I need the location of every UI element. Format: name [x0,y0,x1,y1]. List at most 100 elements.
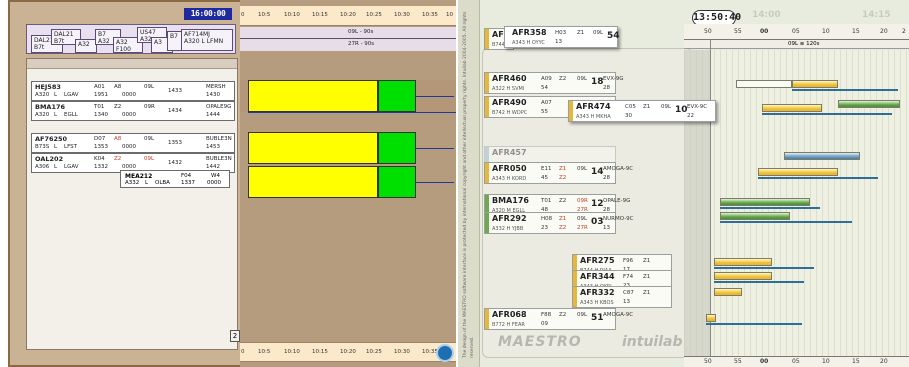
strip-slot-number: 18 [591,77,604,87]
strip-sid: BUBLE3N [206,136,232,142]
strip-gate: Z2 [559,312,567,318]
timeline-bar[interactable] [714,272,772,280]
taxi-bar[interactable] [248,132,378,164]
strip-stand: A09 [541,76,552,82]
strip-slot: 0000 [122,92,136,98]
taxi-bar[interactable] [248,80,378,112]
flight-strip[interactable]: AFR358 A343 H OYYC H03 13 Z1 09L 54 [504,26,620,48]
takeoff-bar[interactable] [378,80,416,112]
stack-label[interactable]: AF714MJ A320 L LFMN [181,29,233,51]
left-screen: 16:00:00 DAL21 B7t DAL21 B7t A32 B7 A32 … [8,0,456,367]
counter-badge[interactable]: 2 [230,330,240,342]
strip-callsign: BMA176 [492,196,529,205]
flight-strip[interactable]: HEJ583 A320 L LGAV A01 1951 A8 09L 0000 … [31,81,235,101]
ruler-tick: 10:30 [394,349,410,355]
time-ruler-top: 0 10:5 10:10 10:15 10:20 10:25 10:30 10:… [240,6,456,26]
flight-strip[interactable]: AFR332 A343 H KBOS C87 13 Z1 [572,286,672,308]
taxi-bar[interactable] [248,166,378,198]
strip-stand: T01 [541,198,552,204]
timeline-bar[interactable] [714,288,742,296]
strip-sid: OPALE9G [206,104,232,110]
takeoff-bar[interactable] [378,132,416,164]
flight-strip[interactable]: AFR460 A322 H SVMI A09 54 Z2 09L 18 EVX-… [484,72,623,94]
strip-ttot: 1432 [168,160,182,166]
timeline-bar[interactable] [706,314,716,322]
strip-slot-number: 12 [591,199,604,209]
strip-type: A320 [35,112,50,118]
ruler-tick: 10:20 [340,349,356,355]
strip-sid-time: 1444 [206,112,220,118]
strip-type: A322 H SVMI [492,86,525,92]
timeline-bar[interactable] [720,198,810,206]
strip-sid-time: 13 [603,225,610,231]
time-ruler-bottom: 0 10:5 10:10 10:15 10:20 10:25 10:30 10:… [240,342,456,362]
strip-gate: W4 [211,173,220,179]
strip-slot-number: 14 [591,167,604,177]
strip-lead [485,29,489,49]
ruler-tick: 10:15 [312,349,328,355]
strip-callsign: AFR344 [580,272,615,281]
strip-gate: A8 [114,136,122,142]
ruler-tick: 10:5 [258,12,271,18]
exit-icon[interactable] [436,344,454,362]
timeline-bar[interactable] [838,100,900,108]
strip-slot: 0000 [207,180,221,186]
strip-runway: 09L [577,216,588,222]
stack-label-callsign: DAL21 [54,31,74,38]
strip-sid-time: 28 [603,85,610,91]
ruler-tick: 20 [880,358,888,365]
flight-strip-mea[interactable]: MEA212 A332 L OLBA F04 1337 W4 0000 [120,170,230,188]
strip-slot: 0000 [122,112,136,118]
flight-strip[interactable]: AFR068 B772 H FEAR F88 09 Z2 09L 51 AMOG… [484,308,633,330]
runway-strip: 09L ≡ 120s [684,40,909,49]
strip-callsign: AFR050 [492,164,527,173]
ruler-tick: 05 [792,28,800,35]
strip-sid-time: 22 [687,113,694,119]
strip-type: B742 H WDPC [492,110,528,116]
timeline-bar[interactable] [720,212,790,220]
timeline-bar[interactable] [758,168,838,176]
strip-stand: T01 [94,104,105,110]
strip-sid-time: 1453 [206,144,220,150]
strip-callsign: AFR332 [580,288,615,297]
runway-label: 09L - 90s [348,29,374,35]
strip-type: A343 H KBOS [580,300,614,306]
flight-strip[interactable]: AFR050 A343 H KORD E11 45 Z1 Z2 09L 14 A… [484,162,633,184]
ruler-tick: 55 [734,358,742,365]
strip-gate-alt: Z2 [559,225,567,231]
strip-time: 09 [541,321,548,327]
timeline-bar[interactable] [762,104,822,112]
strip-sid: BUBLE3N [206,156,232,162]
flight-strip[interactable]: AFR474 A343 H MKHA C05 30 Z1 09L 10 EVX-… [568,100,716,122]
strip-stand: F04 [181,173,192,179]
timeline-bar[interactable] [792,80,838,88]
timeline-bar[interactable] [714,258,772,266]
now-line [710,40,711,358]
strip-stand-time: 1340 [94,112,108,118]
timeline-bar[interactable] [736,80,792,88]
flight-strip[interactable]: AFR292 A332 H YJBB H08 23 Z1 Z2 09L 27R … [484,212,634,234]
stack-label[interactable]: A32 [75,39,97,53]
strip-sid: OPALE-9G [603,198,631,204]
strip-callsign: AFR457 [492,148,527,157]
strip-type: A343 H MKHA [576,114,611,120]
ruler-tick: 10:10 [284,12,300,18]
strip-gate: Z1 [643,258,651,264]
strip-callsign: OAL202 [35,155,64,163]
timeline-trail [416,96,454,97]
strip-stand: F88 [541,312,552,318]
strip-callsign: AF76250 [35,135,68,143]
strip-stand: F96 [623,258,634,264]
strip-ttot: 1433 [168,88,182,94]
strip-sid: EVX-9C [687,104,708,110]
strip-dest: LGAV [64,164,79,170]
strip-stand: A01 [94,84,105,90]
takeoff-bar[interactable] [378,166,416,198]
ruler-tick: 10:35 [422,12,438,18]
flight-strip[interactable]: BMA176 A320 L EGLL T01 1340 Z2 09R 0000 … [31,101,235,121]
timeline-bar[interactable] [784,152,860,160]
strip-time: 23 [541,225,548,231]
timeline-panel: 0 10:5 10:10 10:15 10:20 10:25 10:30 10:… [240,0,456,367]
timeline-whisker [714,267,814,269]
flight-strip[interactable]: AF76250 B73S L LFST D07 1353 A8 09L 0000… [31,133,235,153]
